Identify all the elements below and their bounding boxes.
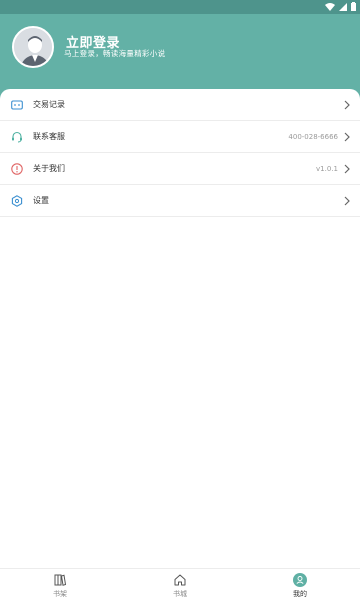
status-bar [0,0,360,14]
battery-icon [351,2,356,11]
chevron-right-icon [344,100,350,110]
version-label: v1.0.1 [316,164,338,173]
menu-item-settings[interactable]: 设置 [0,185,360,217]
bookshelf-icon [53,573,67,587]
menu-label: 设置 [33,196,49,205]
avatar[interactable] [12,26,54,68]
login-subtitle: 马上登录，畅读海量精彩小说 [64,49,166,58]
tab-label: 我的 [293,590,307,598]
menu-item-transactions[interactable]: 交易记录 [0,89,360,121]
tab-label: 书架 [53,590,67,598]
phone-number: 400-028-6666 [288,132,338,141]
bottom-tab-bar: 书架 书城 我的 [0,568,360,600]
headset-icon [11,131,23,143]
profile-icon [293,573,307,587]
chevron-right-icon [344,196,350,206]
status-icons [325,2,356,11]
menu-label: 关于我们 [33,164,65,173]
signal-icon [339,2,347,11]
chevron-right-icon [344,132,350,142]
settings-hex-icon [11,195,23,207]
menu-card: 交易记录 联系客服 400-028-6666 关于我们 v1.0.1 设置 [0,89,360,569]
menu-label: 交易记录 [33,100,65,109]
tab-bookstore[interactable]: 书城 [120,569,240,600]
wifi-icon [325,2,335,11]
default-avatar-icon [14,28,52,66]
profile-header: 立即登录 马上登录，畅读海量精彩小说 [0,14,360,100]
transaction-icon [11,99,23,111]
tab-label: 书城 [173,590,187,598]
chevron-right-icon [344,164,350,174]
tab-profile[interactable]: 我的 [240,569,360,600]
menu-label: 联系客服 [33,132,65,141]
menu-item-customer-service[interactable]: 联系客服 400-028-6666 [0,121,360,153]
tab-bookshelf[interactable]: 书架 [0,569,120,600]
info-icon [11,163,23,175]
home-icon [173,573,187,587]
menu-item-about[interactable]: 关于我们 v1.0.1 [0,153,360,185]
